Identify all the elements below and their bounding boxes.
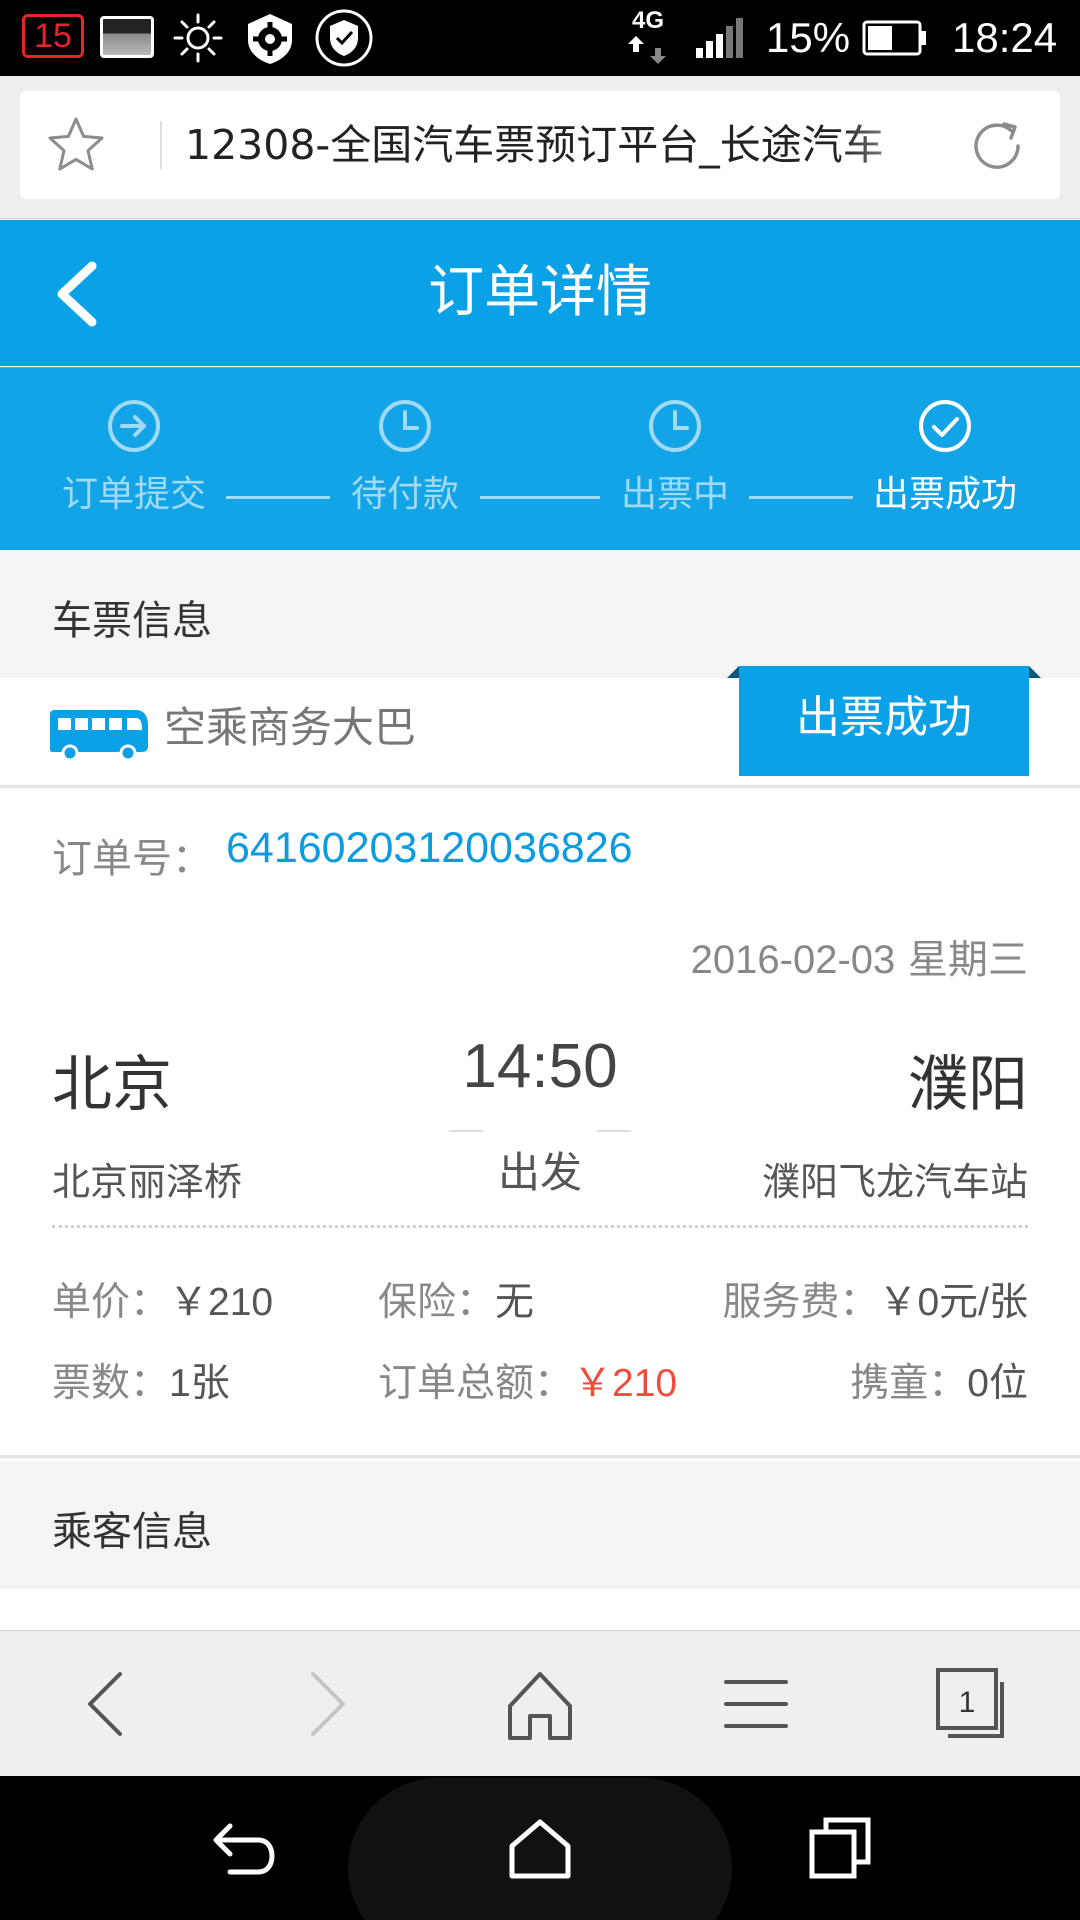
shield-icon <box>315 9 373 67</box>
divider <box>449 1130 483 1132</box>
network-4g-icon: 4G <box>628 7 666 64</box>
battery-icon <box>862 20 926 56</box>
browser-address-bar: 12308-全国汽车票预订平台_长途汽车 <box>0 76 1080 219</box>
unit-price-label: 单价： <box>52 1280 170 1325</box>
menu-icon[interactable] <box>716 1664 796 1744</box>
weekday: 星期三 <box>908 937 1028 983</box>
service-fee-label: 服务费： <box>722 1280 879 1325</box>
refresh-icon[interactable] <box>966 115 1028 177</box>
order-number: 64160203120036826 <box>226 824 633 872</box>
order-details-card: 订单号： 64160203120036826 2016-02-03 星期三 北京… <box>0 791 1080 1458</box>
notification-badge-icon: 15 <box>22 14 84 58</box>
order-progress: 订单提交 待付款 出票中 出票成功 <box>0 367 1080 550</box>
order-total-value: ￥210 <box>573 1362 678 1405</box>
clock-icon <box>649 400 701 452</box>
service-fee-value: ￥0元/张 <box>878 1281 1028 1324</box>
url-separator <box>160 121 162 169</box>
section-title: 车票信息 <box>52 598 212 644</box>
dotted-divider <box>52 1225 1028 1228</box>
star-icon[interactable] <box>44 113 108 177</box>
service-fee: 服务费：￥0元/张 <box>722 1271 1028 1327</box>
forward-icon[interactable] <box>285 1664 365 1744</box>
step-label: 出票中 <box>620 474 729 515</box>
order-number-label: 订单号： <box>52 836 212 882</box>
clock-icon <box>379 400 431 452</box>
step-label: 出票成功 <box>872 474 1017 515</box>
step-issuing: 出票中 <box>575 368 775 551</box>
unit-price: 单价：￥210 <box>52 1271 273 1327</box>
children-count: 携童：0位 <box>850 1352 1028 1408</box>
brightness-icon <box>173 13 223 63</box>
ticket-count-value: 1张 <box>169 1362 230 1405</box>
unit-price-value: ￥210 <box>169 1281 274 1324</box>
order-total: 订单总额：￥210 <box>378 1352 677 1408</box>
section-title: 乘客信息 <box>52 1509 212 1555</box>
ribbon-fold <box>727 666 739 678</box>
status-badge: 出票成功 <box>739 666 1029 776</box>
children-count-value: 0位 <box>967 1362 1028 1405</box>
back-icon[interactable] <box>68 1664 148 1744</box>
divider <box>597 1130 631 1132</box>
app-header: 订单详情 <box>0 220 1080 366</box>
system-nav-bar <box>0 1776 1080 1920</box>
travel-date: 2016-02-03 星期三 <box>691 927 1028 985</box>
browser-toolbar: 1 <box>0 1630 1080 1776</box>
url-box[interactable]: 12308-全国汽车票预订平台_长途汽车 <box>20 91 1060 199</box>
check-circle-icon <box>919 400 971 452</box>
ticket-info-header: 车票信息 <box>0 550 1080 678</box>
status-bar: 15 4G 15% 18:24 <box>0 0 1080 76</box>
children-count-label: 携童： <box>850 1361 968 1406</box>
clock-time: 18:24 <box>952 14 1058 61</box>
insurance-label: 保险： <box>378 1280 496 1325</box>
bus-type: 空乘商务大巴 <box>164 703 417 752</box>
step-label: 订单提交 <box>61 474 206 515</box>
back-icon[interactable] <box>202 1810 278 1886</box>
tabs-count: 1 <box>959 1686 976 1719</box>
battery-percent: 15% <box>766 14 851 61</box>
recents-icon[interactable] <box>802 1810 878 1886</box>
arrow-circle-icon <box>108 400 160 452</box>
home-icon[interactable] <box>500 1664 580 1744</box>
image-icon <box>100 16 154 58</box>
arrival-city: 濮阳 <box>908 1050 1028 1120</box>
insurance-value: 无 <box>495 1280 535 1325</box>
step-issued-success: 出票成功 <box>845 368 1045 551</box>
ticket-count: 票数：1张 <box>52 1352 230 1408</box>
order-total-label: 订单总额： <box>378 1361 574 1406</box>
ticket-count-label: 票数： <box>52 1361 170 1406</box>
home-icon[interactable] <box>502 1810 578 1886</box>
page-title-in-url[interactable]: 12308-全国汽车票预订平台_长途汽车 <box>185 91 955 199</box>
signal-icon <box>696 18 743 58</box>
gear-icon <box>248 14 292 64</box>
arrival-station: 濮阳飞龙汽车站 <box>761 1160 1028 1204</box>
insurance: 保险：无 <box>378 1271 534 1327</box>
step-connector <box>749 496 853 499</box>
tabs-icon[interactable]: 1 <box>930 1664 1010 1744</box>
date-value: 2016-02-03 <box>690 938 896 982</box>
step-order-submitted: 订单提交 <box>34 368 234 551</box>
passenger-info-header: 乘客信息 <box>0 1461 1080 1589</box>
step-awaiting-payment: 待付款 <box>305 368 505 551</box>
departure-station: 北京丽泽桥 <box>52 1160 243 1204</box>
ribbon-fold <box>1029 666 1041 678</box>
page-title: 订单详情 <box>428 260 652 325</box>
network-label: 4G <box>632 7 664 34</box>
step-label: 待付款 <box>350 474 459 515</box>
bus-type-row: 空乘商务大巴 出票成功 <box>0 666 1080 788</box>
bus-icon <box>50 710 148 762</box>
